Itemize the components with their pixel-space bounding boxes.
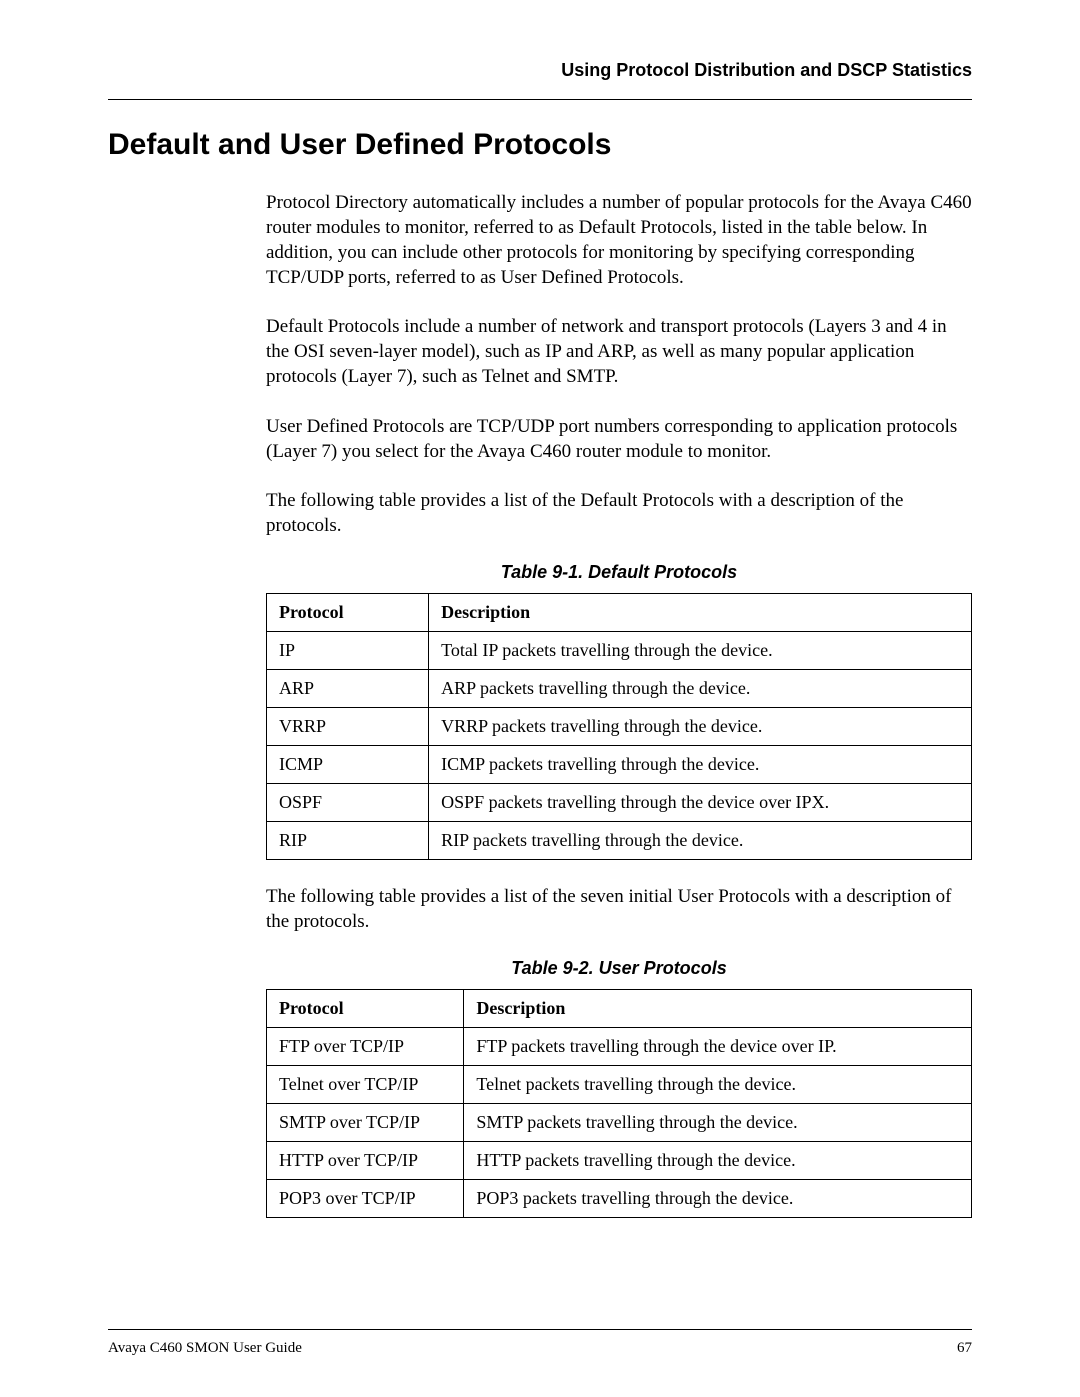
cell-description: OSPF packets travelling through the devi… — [429, 783, 972, 821]
cell-protocol: VRRP — [267, 707, 429, 745]
table-row: OSPFOSPF packets travelling through the … — [267, 783, 972, 821]
table-row: SMTP over TCP/IPSMTP packets travelling … — [267, 1104, 972, 1142]
cell-description: Total IP packets travelling through the … — [429, 631, 972, 669]
table-row: VRRPVRRP packets travelling through the … — [267, 707, 972, 745]
footer-rule — [108, 1329, 972, 1330]
th-protocol: Protocol — [267, 593, 429, 631]
cell-description: VRRP packets travelling through the devi… — [429, 707, 972, 745]
table-row: POP3 over TCP/IPPOP3 packets travelling … — [267, 1180, 972, 1218]
cell-description: HTTP packets travelling through the devi… — [464, 1142, 972, 1180]
paragraph-4: The following table provides a list of t… — [266, 488, 972, 538]
table-row: ARPARP packets travelling through the de… — [267, 669, 972, 707]
table-user-protocols: Protocol Description FTP over TCP/IPFTP … — [266, 989, 972, 1218]
page-header-right: Using Protocol Distribution and DSCP Sta… — [108, 60, 972, 89]
cell-protocol: Telnet over TCP/IP — [267, 1066, 464, 1104]
cell-protocol: OSPF — [267, 783, 429, 821]
th-protocol: Protocol — [267, 990, 464, 1028]
cell-protocol: ICMP — [267, 745, 429, 783]
th-description: Description — [429, 593, 972, 631]
body-block: Protocol Directory automatically include… — [266, 190, 972, 1218]
cell-protocol: RIP — [267, 821, 429, 859]
table2-caption: Table 9-2. User Protocols — [266, 958, 972, 979]
paragraph-3: User Defined Protocols are TCP/UDP port … — [266, 414, 972, 464]
cell-protocol: FTP over TCP/IP — [267, 1028, 464, 1066]
table1-caption: Table 9-1. Default Protocols — [266, 562, 972, 583]
th-description: Description — [464, 990, 972, 1028]
cell-description: ICMP packets travelling through the devi… — [429, 745, 972, 783]
section-title: Default and User Defined Protocols — [108, 128, 972, 162]
cell-protocol: SMTP over TCP/IP — [267, 1104, 464, 1142]
header-rule — [108, 99, 972, 100]
cell-protocol: IP — [267, 631, 429, 669]
footer-left: Avaya C460 SMON User Guide — [108, 1340, 302, 1357]
table-row: HTTP over TCP/IPHTTP packets travelling … — [267, 1142, 972, 1180]
cell-protocol: HTTP over TCP/IP — [267, 1142, 464, 1180]
table-row: IPTotal IP packets travelling through th… — [267, 631, 972, 669]
paragraph-1: Protocol Directory automatically include… — [266, 190, 972, 290]
footer-page-number: 67 — [957, 1340, 972, 1357]
paragraph-2: Default Protocols include a number of ne… — [266, 314, 972, 389]
paragraph-5: The following table provides a list of t… — [266, 884, 972, 934]
table-row: ICMPICMP packets travelling through the … — [267, 745, 972, 783]
page: Using Protocol Distribution and DSCP Sta… — [0, 0, 1080, 1397]
cell-description: FTP packets travelling through the devic… — [464, 1028, 972, 1066]
cell-protocol: ARP — [267, 669, 429, 707]
cell-description: Telnet packets travelling through the de… — [464, 1066, 972, 1104]
table-row: FTP over TCP/IPFTP packets travelling th… — [267, 1028, 972, 1066]
table-default-protocols: Protocol Description IPTotal IP packets … — [266, 593, 972, 860]
cell-description: SMTP packets travelling through the devi… — [464, 1104, 972, 1142]
cell-description: ARP packets travelling through the devic… — [429, 669, 972, 707]
table-header-row: Protocol Description — [267, 593, 972, 631]
table-row: Telnet over TCP/IPTelnet packets travell… — [267, 1066, 972, 1104]
table-header-row: Protocol Description — [267, 990, 972, 1028]
cell-protocol: POP3 over TCP/IP — [267, 1180, 464, 1218]
table-row: RIPRIP packets travelling through the de… — [267, 821, 972, 859]
page-footer: Avaya C460 SMON User Guide 67 — [108, 1329, 972, 1357]
cell-description: RIP packets travelling through the devic… — [429, 821, 972, 859]
cell-description: POP3 packets travelling through the devi… — [464, 1180, 972, 1218]
